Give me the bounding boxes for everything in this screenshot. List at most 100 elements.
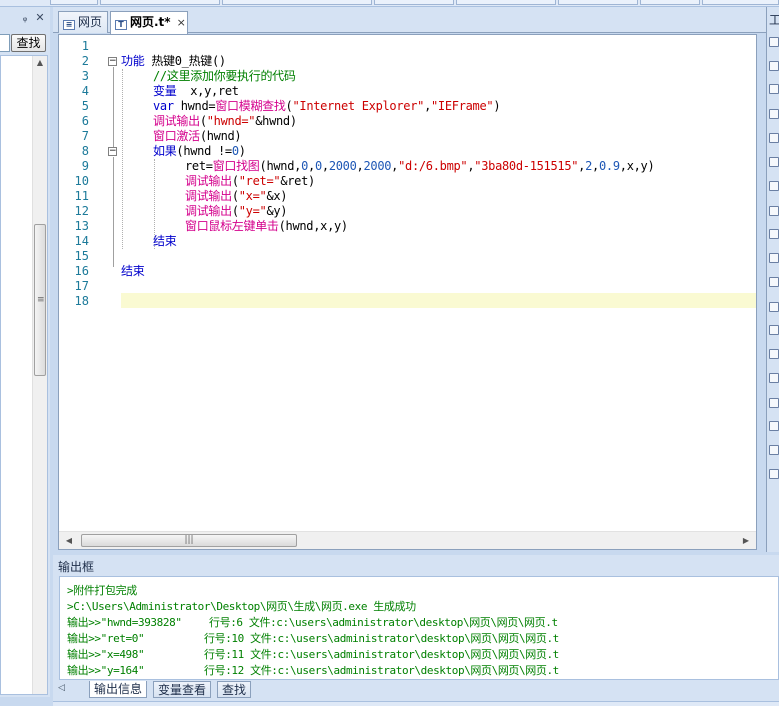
left-panel-list[interactable]: ▲ ≡ — [0, 55, 48, 695]
button-tool-icon[interactable] — [769, 84, 779, 94]
toolbar-fragment — [100, 0, 220, 5]
code-token: ) — [493, 99, 501, 113]
output-tabs: 输出信息 变量查看 查找 — [59, 681, 779, 699]
log-text: >附件打包完成 — [67, 584, 137, 597]
pin-icon[interactable]: ᵩ — [19, 11, 31, 25]
code-editor[interactable]: 1 2 3 4 5 6 7 8 9 10 11 12 13 14 15 16 1… — [58, 34, 757, 550]
table-tool-icon[interactable] — [769, 421, 779, 431]
toolbar-fragment — [374, 0, 454, 5]
vertical-scrollbar[interactable]: ▲ ≡ — [32, 56, 47, 694]
clock-tool-icon[interactable] — [769, 349, 779, 359]
tab-label: 网页.t* — [130, 15, 171, 29]
code-token: (hwnd, — [259, 159, 302, 173]
code-token: 2 — [585, 159, 593, 173]
code-token: (hwnd) — [199, 129, 242, 143]
code-token: 2000 — [328, 159, 357, 173]
code-token: ( — [231, 204, 239, 218]
picture-tool-icon[interactable] — [769, 302, 779, 312]
scroll-left-icon[interactable]: ◀ — [62, 534, 76, 548]
code-token: 窗口激活 — [153, 129, 200, 143]
log-text: 输出>>"hwnd=393828" — [67, 616, 182, 629]
code-line: 功能 热键0_热键() — [121, 54, 226, 69]
scroll-up-icon[interactable]: ▲ — [33, 56, 47, 70]
code-line: ret=窗口找图(hwnd,0,0,2000,2000,"d:/6.bmp","… — [185, 159, 655, 174]
code-line: 结束 — [121, 264, 145, 279]
slider-tool-icon[interactable] — [769, 277, 779, 287]
tab-webpage-t[interactable]: T 网页.t* × — [110, 11, 188, 34]
code-token: 如果 — [153, 144, 177, 158]
code-area[interactable]: 功能 热键0_热键() //这里添加你要执行的代码 变量 x,y,ret var… — [59, 35, 756, 529]
checkbox-tool-icon[interactable] — [769, 133, 779, 143]
log-text: 输出>>"y=164" — [67, 664, 145, 677]
edit-tool-icon[interactable] — [769, 157, 779, 167]
code-token: 窗口模糊查找 — [215, 99, 286, 113]
log-source: 行号:12 文件:c:\users\administrator\desktop\… — [204, 664, 559, 677]
code-token: 0 — [301, 159, 309, 173]
close-icon[interactable]: ✕ — [34, 11, 46, 25]
right-toolbox-panel: 工 — [766, 7, 779, 552]
scroll-thumb[interactable]: ||| — [81, 534, 297, 547]
code-token: 结束 — [121, 264, 145, 278]
toolbar-fragment — [222, 0, 372, 5]
code-token: "Internet Explorer" — [292, 99, 425, 113]
code-token: "d:/6.bmp" — [398, 159, 468, 173]
tab-close-icon[interactable]: × — [177, 13, 186, 33]
timer-tool-icon[interactable] — [769, 373, 779, 383]
code-line: 调试输出("y="&y) — [185, 204, 288, 219]
code-line: //这里添加你要执行的代码 — [153, 69, 296, 84]
label-tool-icon[interactable] — [769, 61, 779, 71]
tab-webpage[interactable]: ≡ 网页 — [58, 11, 108, 33]
editor-tab-bar: ≡网页 T网页.t*× ▼ — [53, 7, 766, 34]
search-input[interactable] — [0, 34, 10, 52]
code-token: , — [424, 99, 431, 113]
radio-tool-icon[interactable] — [769, 109, 779, 119]
code-token: 窗口鼠标左键单击 — [185, 219, 279, 233]
code-token: 0 — [314, 159, 322, 173]
code-token: , — [321, 159, 329, 173]
text-tool-icon[interactable] — [769, 181, 779, 191]
list-tool-icon[interactable] — [769, 206, 779, 216]
code-token: 结束 — [153, 234, 177, 248]
progress-tool-icon[interactable] — [769, 253, 779, 263]
output-log[interactable]: >附件打包完成 >C:\Users\Administrator\Desktop\… — [59, 576, 779, 680]
tab-variable-view[interactable]: 变量查看 — [153, 681, 212, 698]
code-token: 窗口找图 — [212, 159, 260, 173]
code-token: , — [592, 159, 599, 173]
pointer-tool-icon[interactable] — [769, 37, 779, 47]
code-line: 窗口激活(hwnd) — [153, 129, 242, 144]
output-panel-title: 输出框 — [58, 560, 95, 574]
code-token: ( — [231, 174, 239, 188]
web-tool-icon[interactable] — [769, 445, 779, 455]
group-tool-icon[interactable] — [769, 325, 779, 335]
log-line: 输出>>"x=498" 行号:11 文件:c:\users\administrat… — [67, 647, 767, 663]
log-line: >C:\Users\Administrator\Desktop\网页\生成\网页… — [67, 599, 416, 615]
code-token: hwnd= — [173, 99, 216, 113]
code-line: 如果(hwnd !=0) — [153, 144, 246, 159]
code-token: 调试输出 — [153, 114, 200, 128]
toolbar-fragment — [50, 0, 98, 5]
code-token: (hwnd != — [176, 144, 232, 158]
code-token: &ret) — [280, 174, 315, 188]
log-line: 输出>>"y=164" 行号:12 文件:c:\users\administrat… — [67, 663, 767, 679]
tree-tool-icon[interactable] — [769, 398, 779, 408]
document-icon: ≡ — [63, 20, 75, 30]
code-token: ret= — [185, 159, 213, 173]
indent-guide — [122, 69, 123, 249]
log-line: 输出>>"hwnd=393828" 行号:6 文件:c:\users\admini… — [67, 615, 767, 631]
lock-tool-icon[interactable] — [769, 469, 779, 479]
toolbar-fragment — [456, 0, 556, 5]
tab-output-info[interactable]: 输出信息 — [89, 681, 148, 698]
log-source: 行号:10 文件:c:\users\administrator\desktop\… — [204, 632, 559, 645]
code-token: ( — [199, 114, 207, 128]
scroll-right-icon[interactable]: ▶ — [739, 534, 753, 548]
code-token: &hwnd) — [255, 114, 297, 128]
find-button[interactable]: 查找 — [11, 34, 46, 52]
code-line: 调试输出("x="&x) — [185, 189, 288, 204]
bottom-strip — [53, 701, 779, 706]
code-line: var hwnd=窗口模糊查找("Internet Explorer","IEF… — [153, 99, 501, 114]
horizontal-scrollbar[interactable]: ◀ ||| ▶ — [59, 531, 756, 549]
scroll-thumb[interactable]: ≡ — [34, 224, 46, 376]
combo-tool-icon[interactable] — [769, 229, 779, 239]
tab-find[interactable]: 查找 — [217, 681, 252, 698]
code-token: var — [153, 99, 174, 113]
